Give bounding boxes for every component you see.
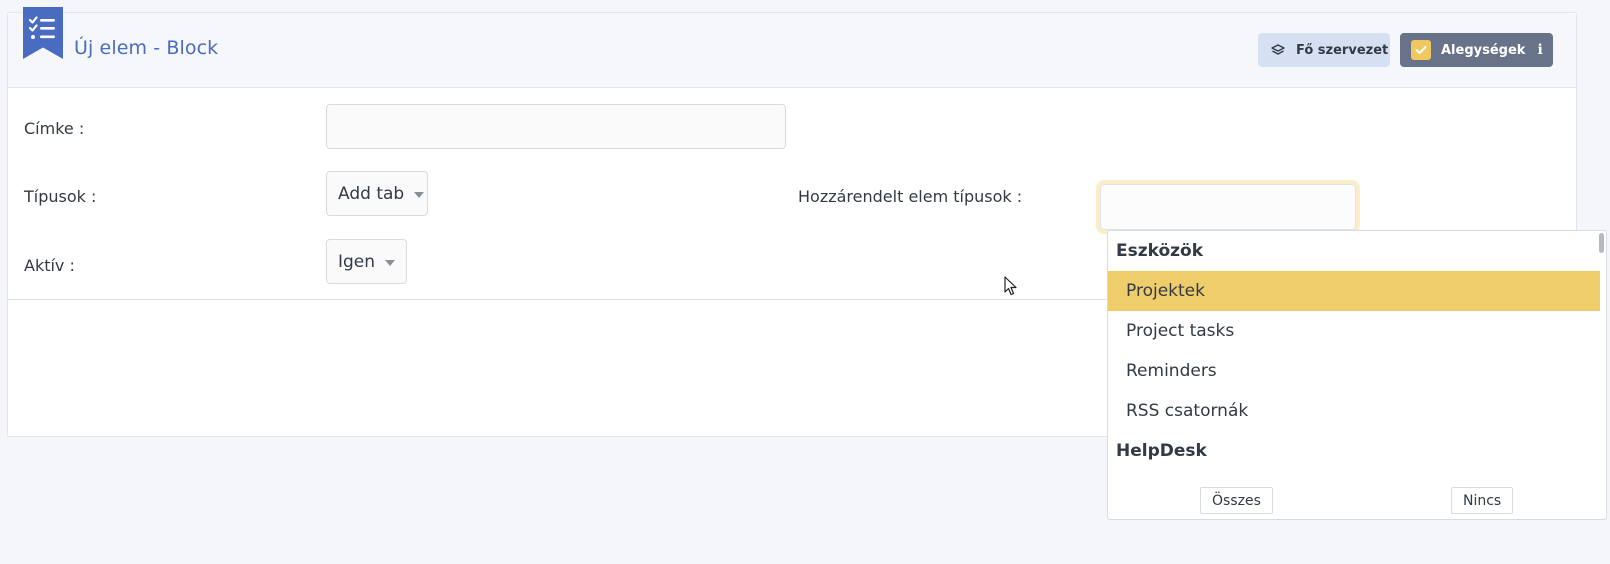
types-field-label: Típusok : xyxy=(24,187,97,206)
divider xyxy=(8,299,1108,300)
option-projektek[interactable]: Projektek xyxy=(1108,271,1600,311)
page-title: Új elem - Block xyxy=(74,37,219,59)
select-none-button[interactable]: Nincs xyxy=(1451,487,1514,514)
chevron-down-icon xyxy=(385,259,396,266)
main-organization-button[interactable]: Fő szervezet xyxy=(1258,33,1390,67)
option-rss-channels[interactable]: RSS csatornák xyxy=(1108,391,1600,431)
checklist-icon xyxy=(23,7,63,59)
mouse-cursor-icon xyxy=(1004,276,1018,300)
subunits-label: Alegységek xyxy=(1441,42,1526,58)
types-select[interactable]: Add tab xyxy=(326,171,428,216)
layers-icon xyxy=(1271,44,1285,56)
types-select-value: Add tab xyxy=(338,183,405,204)
panel-header: Új elem - Block Fő szervezet Alegységek … xyxy=(8,7,1576,88)
group-label: Eszközök xyxy=(1116,241,1204,261)
active-select-value: Igen xyxy=(338,251,376,272)
main-organization-label: Fő szervezet xyxy=(1296,42,1389,58)
scrollbar[interactable] xyxy=(1599,233,1604,253)
assigned-types-input[interactable] xyxy=(1100,184,1356,230)
info-icon[interactable]: ℹ xyxy=(1537,42,1542,58)
check-icon xyxy=(1411,40,1431,60)
active-select[interactable]: Igen xyxy=(326,239,407,284)
chevron-down-icon xyxy=(414,191,425,198)
select-all-button[interactable]: Összes xyxy=(1200,487,1273,514)
assigned-types-dropdown[interactable]: Eszközök Projektek Project tasks Reminde… xyxy=(1107,230,1607,520)
label-input[interactable] xyxy=(326,104,786,149)
group-label: HelpDesk xyxy=(1116,441,1207,461)
option-project-tasks[interactable]: Project tasks xyxy=(1108,311,1600,351)
subunits-button[interactable]: Alegységek ℹ xyxy=(1400,33,1553,67)
option-reminders[interactable]: Reminders xyxy=(1108,351,1600,391)
active-field-label: Aktív : xyxy=(24,256,75,275)
assigned-types-label: Hozzárendelt elem típusok : xyxy=(798,187,1023,206)
label-field-label: Címke : xyxy=(24,119,85,138)
